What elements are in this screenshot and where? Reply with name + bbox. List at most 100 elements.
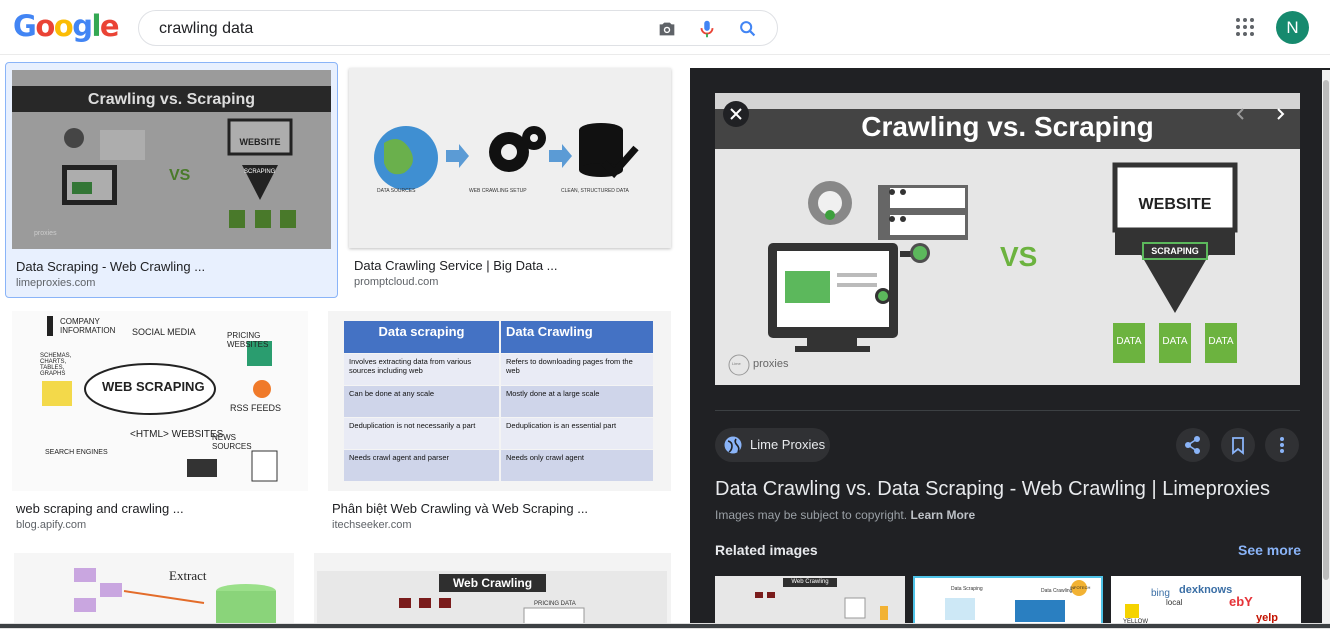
result-title[interactable]: Data Scraping - Web Crawling ... (16, 259, 205, 274)
vertical-scrollbar-thumb[interactable] (1323, 80, 1329, 580)
related-logo-text: ebY (1229, 594, 1253, 609)
search-box (138, 10, 778, 46)
preview-data-label: DATA (1162, 336, 1188, 347)
sketch-word: SEARCH ENGINES (45, 449, 108, 456)
share-button[interactable] (1176, 428, 1210, 462)
search-icon[interactable] (737, 18, 759, 40)
logo-letter: G (13, 9, 37, 43)
pipeline-label-sources: DATA SOURCES (377, 188, 416, 194)
copyright-text: Images may be subject to copyright. (715, 508, 908, 522)
result-source[interactable]: blog.apify.com (16, 519, 86, 531)
chevron-right-icon (1277, 108, 1285, 120)
close-button[interactable] (723, 101, 749, 127)
pipeline-label-setup: WEB CRAWLING SETUP (469, 188, 527, 194)
related-image[interactable]: Data Scraping Data Crawling INFOTECH (913, 576, 1103, 629)
result-thumbnail: Extract (14, 553, 294, 629)
previous-image-button[interactable] (1228, 101, 1254, 127)
preview-brand-prefix: Lime (732, 361, 741, 366)
logo-letter: e (99, 9, 120, 43)
related-label: Data Scraping (951, 586, 983, 592)
related-logo-text: local (1166, 598, 1183, 607)
sketch-word: RSS FEEDS (230, 403, 282, 413)
preview-title[interactable]: Data Crawling vs. Data Scraping - Web Cr… (715, 478, 1270, 501)
camera-icon[interactable] (656, 18, 678, 40)
result-source[interactable]: limeproxies.com (16, 277, 95, 289)
result-title[interactable]: web scraping and crawling ... (16, 501, 184, 516)
more-options-button[interactable] (1265, 428, 1299, 462)
pipeline-label-structured: CLEAN, STRUCTURED DATA (561, 188, 629, 194)
result-source[interactable]: itechseeker.com (332, 519, 411, 531)
image-result-card[interactable]: COMPANY INFORMATION SOCIAL MEDIA PRICING… (12, 311, 308, 536)
account-avatar[interactable]: N (1276, 11, 1309, 44)
related-label: INFOTECH (1070, 585, 1091, 590)
related-label: Data Crawling (1041, 588, 1073, 594)
see-more-link[interactable]: See more (1238, 542, 1301, 558)
image-result-card[interactable]: Crawling vs. Scraping VS WEBSITE SCRAPIN… (5, 62, 338, 298)
result-thumbnail: Data scraping Data Crawling Involves ext… (328, 311, 671, 491)
thumbnail-heading: Crawling vs. Scraping (87, 91, 256, 108)
related-logo-text: dexknows (1179, 584, 1233, 596)
related-images-heading: Related images (715, 542, 818, 558)
image-result-card[interactable]: Web Crawling PRICING DATA (314, 553, 671, 629)
extract-label: Extract (169, 568, 207, 583)
source-chip[interactable]: Lime Proxies (715, 428, 830, 462)
pricing-data-label: PRICING DATA (534, 601, 576, 607)
microphone-icon[interactable] (696, 18, 718, 40)
more-vert-icon (1280, 437, 1284, 453)
search-input[interactable] (159, 18, 639, 40)
result-thumbnail: DATA SOURCES WEB CRAWLING SETUP CLEAN, S… (349, 68, 671, 248)
thumbnail-brand: proxies (34, 230, 57, 237)
image-result-card[interactable]: Extract (14, 553, 294, 629)
web-crawling-label: Web Crawling (452, 576, 533, 590)
share-icon (1185, 436, 1200, 454)
table-cell: Needs only crawl agent (501, 450, 653, 481)
thumbnail-vs-label: VS (169, 167, 191, 184)
data-pipeline-thumbnail (374, 123, 639, 190)
logo-letter: g (72, 9, 93, 43)
result-title[interactable]: Phân biệt Web Crawling và Web Scraping .… (332, 501, 588, 516)
related-image[interactable]: dexknows bing local ebY YELLOW yelp (1111, 576, 1301, 629)
logo-letter: l (91, 9, 101, 43)
top-bar: Google N (0, 0, 1330, 55)
result-thumbnail: Crawling vs. Scraping VS WEBSITE SCRAPIN… (12, 70, 331, 249)
result-source[interactable]: promptcloud.com (354, 276, 438, 288)
google-logo[interactable]: Google (13, 9, 120, 43)
result-title[interactable]: Data Crawling Service | Big Data ... (354, 258, 558, 273)
globe-icon (724, 436, 742, 454)
table-cell: Refers to downloading pages from the web (501, 354, 653, 385)
table-header: Data scraping (344, 321, 499, 353)
preview-scraping-label: SCRAPING (1151, 246, 1199, 256)
preview-vs-label: VS (1000, 241, 1038, 272)
sketch-word: COMPANY INFORMATION (60, 317, 116, 335)
preview-data-label: DATA (1116, 336, 1142, 347)
sketch-word: SCHEMAS, CHARTS, TABLES, GRAPHS (40, 353, 72, 377)
logo-letter: o (53, 9, 74, 43)
preview-heading: Crawling vs. Scraping (861, 111, 1154, 142)
image-preview-panel: Crawling vs. Scraping VS WEBSITE SCRAPIN… (690, 68, 1330, 629)
close-icon (730, 108, 742, 120)
next-image-button[interactable] (1267, 101, 1293, 127)
panel-divider (715, 410, 1300, 411)
table-cell: Deduplication is not necessarily a part (344, 418, 499, 449)
preview-brand: proxies (753, 358, 789, 370)
comparison-table: Data scraping Data Crawling Involves ext… (344, 321, 653, 481)
related-image[interactable]: Web Crawling (715, 576, 905, 629)
table-cell: Can be done at any scale (344, 386, 499, 417)
logo-letter: o (35, 9, 55, 43)
table-cell: Involves extracting data from various so… (344, 354, 499, 385)
learn-more-link[interactable]: Learn More (910, 508, 975, 522)
chevron-left-icon (1236, 108, 1244, 120)
save-button[interactable] (1221, 428, 1255, 462)
copyright-notice: Images may be subject to copyright. Lear… (715, 508, 975, 522)
sketch-word: SOCIAL MEDIA (132, 327, 196, 337)
image-result-card[interactable]: DATA SOURCES WEB CRAWLING SETUP CLEAN, S… (349, 68, 671, 298)
horizontal-scrollbar-thumb[interactable] (0, 624, 1330, 628)
extract-diagram-thumbnail (74, 568, 276, 629)
table-cell: Needs crawl agent and parser (344, 450, 499, 481)
apps-grid-icon[interactable] (1234, 16, 1256, 38)
image-result-card[interactable]: Data scraping Data Crawling Involves ext… (328, 311, 671, 536)
preview-data-label: DATA (1208, 336, 1234, 347)
preview-image[interactable]: Crawling vs. Scraping VS WEBSITE SCRAPIN… (715, 93, 1300, 385)
yellow-pages-icon (1125, 604, 1139, 618)
related-label: Web Crawling (791, 579, 829, 585)
